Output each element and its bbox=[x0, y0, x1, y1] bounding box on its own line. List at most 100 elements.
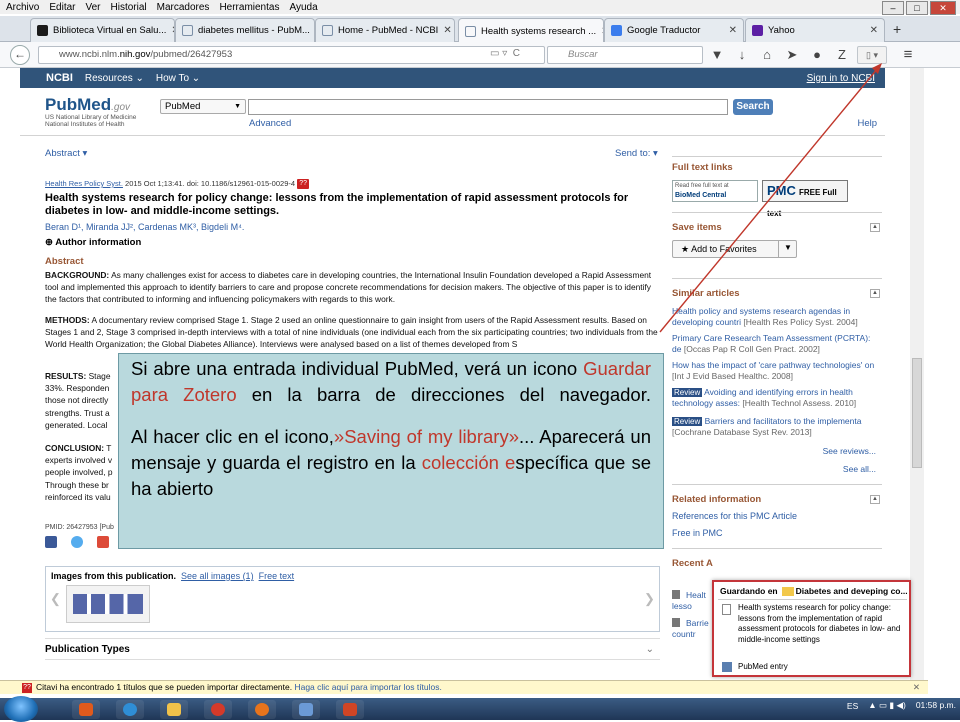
save-to-zotero-icon[interactable]: ▯ ▾ bbox=[857, 46, 887, 64]
citation-text: 2015 Oct 1;13:41. doi: 10.1186/s12961-01… bbox=[123, 179, 297, 188]
similar-article-1[interactable]: Health policy and systems research agend… bbox=[672, 306, 882, 328]
tab-biblioteca[interactable]: Biblioteca Virtual en Salu... ✕ bbox=[30, 18, 175, 42]
tray-icons[interactable]: ▲ ▭ ▮ ◀) bbox=[868, 700, 906, 711]
author-list[interactable]: Beran D¹, Miranda JJ², Cardenas MK³, Big… bbox=[45, 221, 244, 233]
taskbar-firefox[interactable] bbox=[248, 700, 276, 719]
tab-home-pubmed[interactable]: Home - PubMed - NCBI ✕ bbox=[315, 18, 455, 42]
collapse-icon[interactable]: ▲ bbox=[870, 495, 880, 504]
similar-article-3[interactable]: How has the impact of 'care pathway tech… bbox=[672, 360, 882, 382]
page-scrollbar[interactable] bbox=[910, 68, 924, 680]
database-select[interactable]: PubMed▼ bbox=[160, 99, 246, 114]
pocket-icon[interactable]: ▼ bbox=[709, 46, 725, 64]
url-bar[interactable]: www.ncbi.nlm.nih.gov/pubmed/26427953 bbox=[38, 46, 545, 64]
howto-menu[interactable]: How To ⌄ bbox=[156, 73, 200, 84]
home-icon[interactable]: ⌂ bbox=[759, 46, 775, 64]
app-icon bbox=[299, 703, 313, 716]
clock[interactable]: 01:58 p.m. bbox=[916, 701, 956, 710]
chrome-icon bbox=[211, 703, 225, 716]
google-plus-icon[interactable] bbox=[97, 536, 109, 548]
pdf-icon[interactable]: ?? bbox=[297, 179, 309, 189]
new-tab-icon[interactable]: + bbox=[893, 21, 901, 37]
collapse-icon[interactable]: ▲ bbox=[870, 223, 880, 232]
close-tab-icon[interactable]: ✕ bbox=[729, 25, 737, 36]
menu-historial[interactable]: Historial bbox=[111, 2, 147, 13]
full-text-heading: Full text links bbox=[672, 162, 733, 173]
send-to-menu[interactable]: Send to: ▾ bbox=[615, 148, 658, 160]
next-image-icon[interactable]: ❯ bbox=[644, 593, 655, 605]
expand-chevron-icon[interactable]: ⌄ bbox=[646, 639, 654, 660]
favorites-dropdown-icon[interactable]: ▼ bbox=[778, 240, 797, 258]
tab-diabetes[interactable]: diabetes mellitus - PubM... ✕ bbox=[175, 18, 315, 42]
menu-herramientas[interactable]: Herramientas bbox=[219, 2, 279, 13]
callout-highlight: »Saving of my library» bbox=[334, 426, 519, 447]
pmc-full-text-link[interactable]: PMC FREE Full text bbox=[762, 180, 848, 202]
menu-archivo[interactable]: Archivo bbox=[6, 2, 39, 13]
maximize-button[interactable]: □ bbox=[906, 1, 928, 15]
chat-icon[interactable]: ● bbox=[809, 46, 825, 64]
see-all-images-link[interactable]: See all images (1) bbox=[181, 571, 254, 581]
saving-label: Guardando en bbox=[720, 586, 778, 596]
close-notification-icon[interactable]: ✕ bbox=[913, 681, 920, 694]
back-button[interactable]: ← bbox=[10, 45, 30, 65]
language-indicator[interactable]: ES bbox=[847, 701, 858, 711]
recent-item-2[interactable]: Barrie countr bbox=[672, 618, 709, 640]
search-button[interactable]: Search bbox=[733, 99, 773, 115]
menu-ver[interactable]: Ver bbox=[85, 2, 100, 13]
ncbi-logo[interactable]: NCBI bbox=[46, 72, 73, 84]
pubmed-search-header: PubMed.gov US National Library of Medici… bbox=[20, 88, 885, 136]
taskbar-app[interactable] bbox=[292, 700, 320, 719]
sign-in-link[interactable]: Sign in to NCBI bbox=[807, 73, 875, 84]
taskbar-chrome[interactable] bbox=[204, 700, 232, 719]
similar-journal: [Int J Evid Based Healthc. 2008] bbox=[672, 371, 793, 381]
prev-image-icon[interactable]: ❮ bbox=[50, 593, 61, 605]
zotero-z-icon[interactable]: Z bbox=[834, 46, 850, 64]
pubmed-search-input[interactable] bbox=[248, 99, 728, 115]
collapse-icon[interactable]: ▲ bbox=[870, 289, 880, 298]
import-titles-link[interactable]: Haga clic aquí para importar los títulos… bbox=[294, 682, 441, 692]
similar-article-2[interactable]: Primary Care Research Team Assessment (P… bbox=[672, 333, 882, 355]
recent-item-1[interactable]: Healt lesso bbox=[672, 590, 706, 612]
send-icon[interactable]: ➤ bbox=[784, 46, 800, 64]
download-icon[interactable]: ↓ bbox=[734, 46, 750, 64]
tab-yahoo[interactable]: Yahoo ✕ bbox=[745, 18, 885, 42]
publication-types-section[interactable]: Publication Types⌄ bbox=[45, 638, 660, 660]
journal-link[interactable]: Health Res Policy Syst. bbox=[45, 179, 123, 188]
hamburger-menu-icon[interactable]: ≡ bbox=[900, 46, 916, 64]
similar-article-5[interactable]: Review Barriers and facilitators to the … bbox=[672, 416, 882, 438]
biomed-central-link[interactable]: Read free full text atBioMed Central bbox=[672, 180, 758, 202]
browser-search-input[interactable]: Buscar bbox=[547, 46, 703, 64]
tab-health-systems[interactable]: Health systems research ... ✕ bbox=[458, 18, 604, 43]
see-reviews-link[interactable]: See reviews... bbox=[823, 446, 876, 457]
menu-marcadores[interactable]: Marcadores bbox=[157, 2, 210, 13]
images-title: Images from this publication. bbox=[51, 571, 176, 581]
twitter-icon[interactable] bbox=[71, 536, 83, 548]
close-tab-icon[interactable]: ✕ bbox=[870, 25, 878, 36]
callout-paragraph-1: Si abre una entrada individual PubMed, v… bbox=[131, 356, 651, 408]
free-in-pmc-link[interactable]: Free in PMC bbox=[672, 528, 723, 539]
close-tab-icon[interactable]: ✕ bbox=[443, 25, 451, 36]
taskbar-powerpoint[interactable] bbox=[336, 700, 364, 719]
pubmed-favicon-icon bbox=[322, 25, 333, 36]
tab-google-traductor[interactable]: Google Traductor ✕ bbox=[604, 18, 744, 42]
taskbar-explorer[interactable] bbox=[160, 700, 188, 719]
similar-article-4[interactable]: Review Avoiding and identifying errors i… bbox=[672, 387, 882, 409]
free-text-link[interactable]: Free text bbox=[259, 571, 295, 581]
menu-editar[interactable]: Editar bbox=[49, 2, 75, 13]
author-info-toggle[interactable]: ⊕ Author information bbox=[45, 237, 141, 249]
menu-ayuda[interactable]: Ayuda bbox=[289, 2, 317, 13]
format-selector[interactable]: Abstract ▾ bbox=[45, 148, 87, 160]
pmc-references-link[interactable]: References for this PMC Article bbox=[672, 511, 797, 522]
see-all-link[interactable]: See all... bbox=[843, 464, 876, 475]
figure-thumbnail[interactable] bbox=[66, 585, 150, 623]
taskbar-media-player[interactable] bbox=[72, 700, 100, 719]
help-link[interactable]: Help bbox=[857, 118, 877, 129]
minimize-button[interactable]: – bbox=[882, 1, 904, 15]
advanced-link[interactable]: Advanced bbox=[249, 118, 291, 129]
taskbar-internet-explorer[interactable] bbox=[116, 700, 144, 719]
scrollbar-thumb[interactable] bbox=[912, 358, 922, 468]
facebook-icon[interactable] bbox=[45, 536, 57, 548]
pubmed-logo[interactable]: PubMed.gov bbox=[45, 95, 130, 115]
close-window-button[interactable]: ✕ bbox=[930, 1, 956, 15]
resources-menu[interactable]: Resources ⌄ bbox=[85, 73, 144, 84]
start-button[interactable] bbox=[4, 696, 38, 722]
